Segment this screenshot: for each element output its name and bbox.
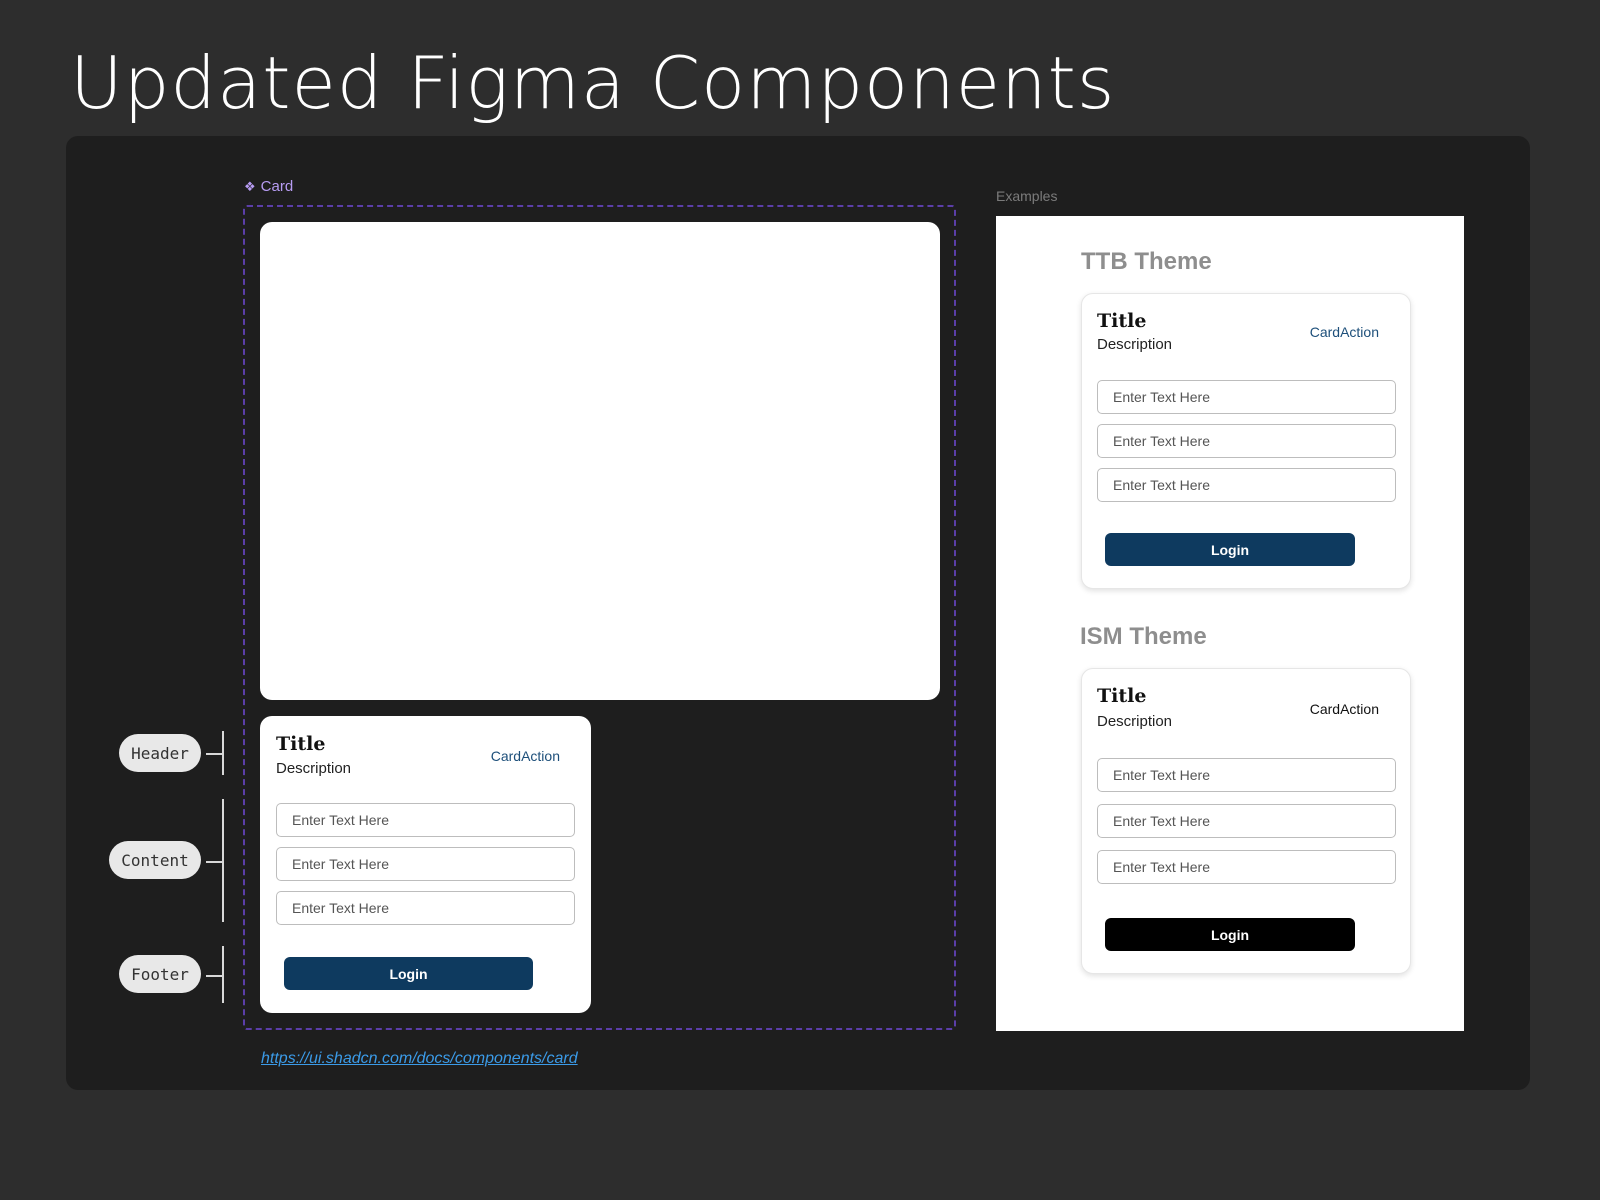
examples-label: Examples <box>996 188 1058 204</box>
card-action-link[interactable]: CardAction <box>1310 324 1379 340</box>
text-field-2[interactable]: Enter Text Here <box>1097 804 1396 838</box>
card-component[interactable]: Title Description CardAction Enter Text … <box>260 716 591 1013</box>
page-title: Updated Figma Components <box>70 41 1116 125</box>
card-preview-area[interactable] <box>260 222 940 700</box>
text-field-3[interactable]: Enter Text Here <box>1097 468 1396 502</box>
card-title: Title <box>1097 310 1147 332</box>
text-field-2[interactable]: Enter Text Here <box>1097 424 1396 458</box>
shadcn-docs-link[interactable]: https://ui.shadcn.com/docs/components/ca… <box>261 1050 578 1068</box>
text-field-1[interactable]: Enter Text Here <box>276 803 575 837</box>
login-button[interactable]: Login <box>284 957 533 990</box>
text-field-2[interactable]: Enter Text Here <box>276 847 575 881</box>
card-description: Description <box>1097 336 1173 353</box>
content-annotation: Content <box>109 841 201 879</box>
card-action-link[interactable]: CardAction <box>491 748 560 764</box>
card-title: Title <box>276 733 326 755</box>
text-field-3[interactable]: Enter Text Here <box>276 891 575 925</box>
login-button[interactable]: Login <box>1105 533 1355 566</box>
card-title: Title <box>1097 685 1147 707</box>
ism-example-card[interactable]: Title Description CardAction Enter Text … <box>1081 668 1411 974</box>
component-label[interactable]: ❖ Card <box>244 178 293 195</box>
ttb-example-card[interactable]: Title Description CardAction Enter Text … <box>1081 293 1411 589</box>
footer-annotation: Footer <box>119 955 201 993</box>
header-bracket <box>206 731 224 775</box>
footer-bracket <box>206 946 224 1003</box>
card-description: Description <box>276 760 352 777</box>
ttb-theme-title: TTB Theme <box>1081 248 1212 275</box>
header-annotation: Header <box>119 734 201 772</box>
ism-theme-title: ISM Theme <box>1080 623 1207 650</box>
text-field-1[interactable]: Enter Text Here <box>1097 380 1396 414</box>
card-action-link[interactable]: CardAction <box>1310 701 1379 717</box>
content-bracket <box>206 799 224 922</box>
component-diamond-icon: ❖ <box>244 178 256 194</box>
login-button[interactable]: Login <box>1105 918 1355 951</box>
component-label-text: Card <box>260 178 294 195</box>
text-field-1[interactable]: Enter Text Here <box>1097 758 1396 792</box>
card-description: Description <box>1097 713 1173 730</box>
text-field-3[interactable]: Enter Text Here <box>1097 850 1396 884</box>
